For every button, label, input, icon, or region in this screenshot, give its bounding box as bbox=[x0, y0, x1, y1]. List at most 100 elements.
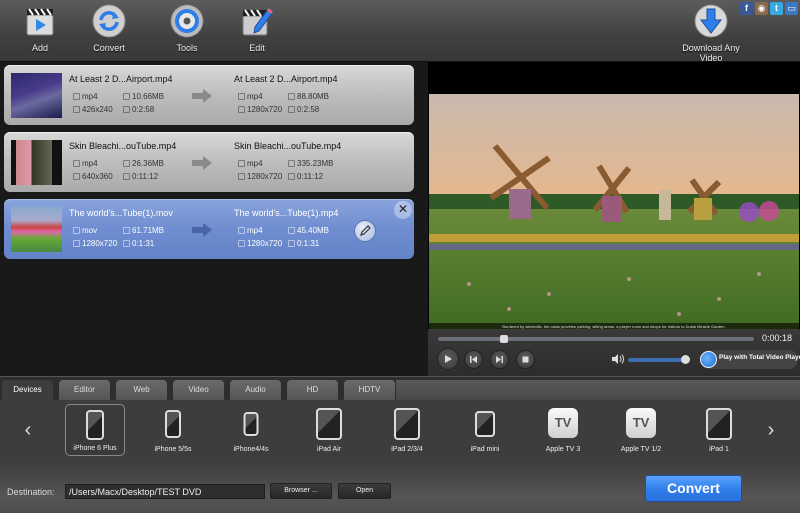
open-button[interactable]: Open bbox=[338, 483, 391, 499]
tab-audio[interactable]: Audio bbox=[230, 380, 281, 400]
message-icon[interactable]: ▭ bbox=[785, 2, 798, 15]
play-with-total-video-player-button[interactable]: Play with Total Video Player bbox=[700, 350, 800, 369]
tools-button[interactable]: Tools bbox=[152, 3, 222, 59]
device-ipad-mini[interactable]: iPad mini bbox=[455, 404, 515, 456]
output-format: mp4 bbox=[238, 226, 263, 235]
volume-icon[interactable] bbox=[611, 352, 625, 366]
convert-toolbar-button[interactable]: Convert bbox=[74, 3, 144, 59]
tab-hd[interactable]: HD bbox=[287, 380, 338, 400]
player-controls: 0:00:18 Play with Total Video Player bbox=[428, 329, 800, 376]
volume-handle[interactable] bbox=[681, 355, 690, 364]
device-apple-tv-1-2[interactable]: TV Apple TV 1/2 bbox=[611, 404, 671, 456]
device-iphone-6-plus[interactable]: iPhone 6 Plus bbox=[65, 404, 125, 456]
clock-icon bbox=[288, 106, 295, 113]
source-resolution: 426x240 bbox=[73, 105, 113, 114]
iphone-icon bbox=[86, 410, 104, 440]
source-size: 61.71MB bbox=[123, 226, 164, 235]
instagram-icon[interactable]: ◉ bbox=[755, 2, 768, 15]
skip-back-icon bbox=[470, 356, 477, 363]
iphone-icon bbox=[165, 410, 181, 438]
device-label: iPhone 5/5s bbox=[154, 446, 192, 453]
next-devices-button[interactable]: › bbox=[763, 418, 779, 442]
file-size-icon bbox=[123, 227, 130, 234]
source-duration: 0:2:58 bbox=[123, 105, 154, 114]
resolution-icon bbox=[73, 240, 80, 247]
output-duration: 0:2:58 bbox=[288, 105, 319, 114]
tab-editor[interactable]: Editor bbox=[59, 380, 110, 400]
file-size-icon bbox=[123, 160, 130, 167]
stop-button[interactable] bbox=[516, 350, 535, 369]
resolution-icon bbox=[238, 106, 245, 113]
tab-devices[interactable]: Devices bbox=[2, 380, 53, 400]
device-ipad-air[interactable]: iPad Air bbox=[299, 404, 359, 456]
source-resolution-value: 426x240 bbox=[82, 105, 113, 114]
convert-button[interactable]: Convert bbox=[645, 475, 742, 502]
tab-web[interactable]: Web bbox=[116, 380, 167, 400]
device-iphone4-4s[interactable]: iPhone4/4s bbox=[221, 404, 281, 456]
edit-label: Edit bbox=[249, 43, 265, 53]
source-duration: 0:1:31 bbox=[123, 239, 154, 248]
source-size-value: 26.36MB bbox=[132, 159, 165, 168]
source-resolution: 640x360 bbox=[73, 172, 113, 181]
edit-clapper-icon bbox=[242, 7, 274, 36]
source-format-value: mp4 bbox=[82, 92, 98, 101]
video-frame[interactable]: Bordered by windmills, the oasis provide… bbox=[429, 94, 799, 331]
remove-file-button[interactable]: ✕ bbox=[394, 201, 412, 219]
source-duration-value: 0:2:58 bbox=[132, 105, 155, 114]
play-button[interactable] bbox=[437, 348, 459, 370]
tab-hdtv[interactable]: HDTV bbox=[344, 380, 395, 400]
output-size-value: 335.23MB bbox=[297, 159, 334, 168]
output-filename: At Least 2 D...Airport.mp4 bbox=[234, 74, 338, 84]
video-thumbnail bbox=[11, 140, 62, 185]
source-resolution-value: 640x360 bbox=[82, 172, 113, 181]
device-apple-tv-3[interactable]: TV Apple TV 3 bbox=[533, 404, 593, 456]
device-iphone-5-5s[interactable]: iPhone 5/5s bbox=[143, 404, 203, 456]
toolbar: Add Convert Tools Edit Download Any Vide… bbox=[0, 0, 800, 63]
output-resolution-value: 1280x720 bbox=[247, 239, 283, 248]
browser-button[interactable]: Browser ... bbox=[270, 483, 332, 499]
device-label: iPad 1 bbox=[709, 446, 729, 453]
volume-slider[interactable] bbox=[628, 355, 690, 364]
clock-icon bbox=[123, 173, 130, 180]
output-resolution-value: 1280x720 bbox=[247, 105, 283, 114]
source-size-value: 10.66MB bbox=[132, 92, 165, 101]
format-icon bbox=[238, 160, 245, 167]
output-size: 45.40MB bbox=[288, 226, 329, 235]
seek-bar[interactable] bbox=[438, 335, 754, 343]
source-format: mp4 bbox=[73, 92, 98, 101]
edit-button[interactable]: Edit bbox=[222, 3, 292, 59]
profile-tabs: Devices Editor Web Video Audio HD HDTV bbox=[0, 376, 800, 400]
source-filename: At Least 2 D...Airport.mp4 bbox=[69, 74, 173, 84]
convert-arrow-icon bbox=[192, 156, 212, 170]
output-filename: The world's...Tube(1).mp4 bbox=[234, 208, 339, 218]
output-size: 88.80MB bbox=[288, 92, 329, 101]
format-icon bbox=[73, 93, 80, 100]
destination-path-input[interactable] bbox=[65, 484, 265, 499]
edit-output-button[interactable] bbox=[354, 220, 376, 242]
file-size-icon bbox=[288, 160, 295, 167]
add-button[interactable]: Add bbox=[5, 3, 75, 59]
next-button[interactable] bbox=[490, 350, 509, 369]
prev-devices-button[interactable]: ‹ bbox=[20, 418, 36, 442]
tab-video[interactable]: Video bbox=[173, 380, 224, 400]
facebook-icon[interactable]: f bbox=[740, 2, 753, 15]
output-duration: 0:1:31 bbox=[288, 239, 319, 248]
twitter-icon[interactable]: t bbox=[770, 2, 783, 15]
seek-handle[interactable] bbox=[500, 335, 509, 343]
ipad-icon bbox=[706, 408, 732, 440]
output-format-value: mp4 bbox=[247, 159, 263, 168]
time-readout: 0:00:18 bbox=[761, 333, 792, 343]
previous-button[interactable] bbox=[464, 350, 483, 369]
download-label: Download Any Video bbox=[682, 43, 740, 63]
file-item[interactable]: Skin Bleachi...ouTube.mp4 mp4 26.36MB 64… bbox=[4, 132, 414, 192]
device-label: iPad Air bbox=[316, 446, 342, 453]
skip-forward-icon bbox=[496, 356, 503, 363]
resolution-icon bbox=[73, 173, 80, 180]
iphone-icon bbox=[243, 412, 259, 436]
device-ipad-2-3-4[interactable]: iPad 2/3/4 bbox=[377, 404, 437, 456]
download-icon bbox=[694, 4, 728, 38]
file-item[interactable]: The world's...Tube(1).mov mov 61.71MB 12… bbox=[4, 199, 414, 259]
file-item[interactable]: At Least 2 D...Airport.mp4 mp4 10.66MB 4… bbox=[4, 65, 414, 125]
device-ipad-1[interactable]: iPad 1 bbox=[689, 404, 749, 456]
download-any-video-button[interactable]: Download Any Video bbox=[671, 3, 751, 63]
